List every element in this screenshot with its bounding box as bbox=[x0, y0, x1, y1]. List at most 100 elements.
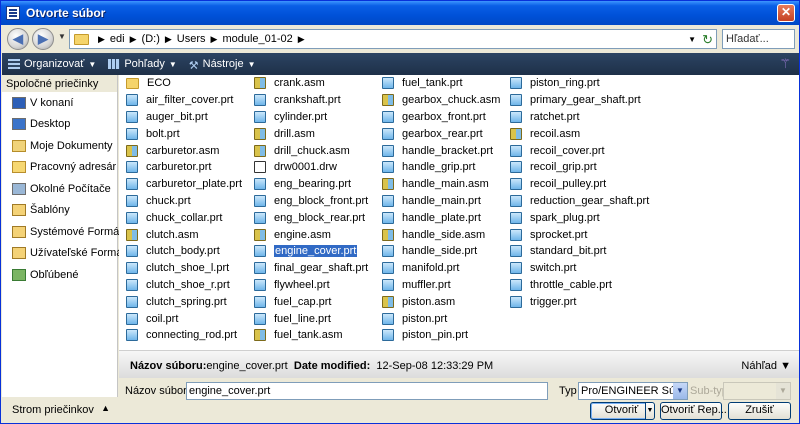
breadcrumb-users[interactable]: Users bbox=[177, 33, 206, 45]
chevron-right-icon[interactable]: ▶ bbox=[130, 34, 137, 45]
file-item[interactable]: piston_pin.prt bbox=[382, 327, 500, 344]
folder-tree-toggle[interactable]: Strom priečinkov ▲ bbox=[2, 397, 118, 423]
breadcrumb-drive[interactable]: (D:) bbox=[142, 33, 160, 45]
breadcrumb-computer[interactable]: edi bbox=[110, 33, 125, 45]
file-item[interactable]: recoil_pulley.prt bbox=[510, 176, 649, 193]
file-item[interactable]: fuel_tank.prt bbox=[382, 75, 500, 92]
file-item[interactable]: recoil_cover.prt bbox=[510, 142, 649, 159]
sidebar-item-templates[interactable]: Šablóny bbox=[2, 200, 117, 222]
search-input[interactable]: Hľadať... bbox=[722, 29, 795, 49]
organize-menu[interactable]: Organizovať ▼ bbox=[2, 58, 102, 70]
sidebar-item-network[interactable]: Okolné Počítače bbox=[2, 178, 117, 200]
views-menu[interactable]: Pohľady ▼ bbox=[102, 58, 182, 70]
file-item[interactable]: bolt.prt bbox=[126, 125, 242, 142]
file-item[interactable]: clutch_shoe_r.prt bbox=[126, 277, 242, 294]
address-dropdown[interactable]: ▼ bbox=[688, 35, 696, 44]
tools-menu[interactable]: ⚒ Nástroje ▼ bbox=[183, 58, 262, 72]
file-item[interactable]: gearbox_front.prt bbox=[382, 109, 500, 126]
file-item[interactable]: piston.prt bbox=[382, 310, 500, 327]
file-item[interactable]: recoil_grip.prt bbox=[510, 159, 649, 176]
file-item[interactable]: chuck_collar.prt bbox=[126, 209, 242, 226]
file-item[interactable]: piston_ring.prt bbox=[510, 75, 649, 92]
file-item[interactable]: gearbox_chuck.asm bbox=[382, 92, 500, 109]
file-item[interactable]: cylinder.prt bbox=[254, 109, 368, 126]
history-dropdown[interactable]: ▼ bbox=[58, 32, 66, 41]
file-item[interactable]: chuck.prt bbox=[126, 193, 242, 210]
file-item[interactable]: reduction_gear_shaft.prt bbox=[510, 193, 649, 210]
file-item[interactable]: spark_plug.prt bbox=[510, 209, 649, 226]
open-options-button[interactable]: ▼ bbox=[645, 402, 655, 420]
file-item[interactable]: crank.asm bbox=[254, 75, 368, 92]
title-bar[interactable]: Otvorte súbor ✕ bbox=[1, 1, 799, 25]
open-rep-button[interactable]: Otvoriť Rep... bbox=[660, 402, 727, 420]
file-item[interactable]: engine.asm bbox=[254, 226, 368, 243]
file-item[interactable]: drw0001.drw bbox=[254, 159, 368, 176]
file-item[interactable]: fuel_cap.prt bbox=[254, 293, 368, 310]
file-item[interactable]: crankshaft.prt bbox=[254, 92, 368, 109]
file-item[interactable]: piston.asm bbox=[382, 293, 500, 310]
cancel-button[interactable]: Zrušiť bbox=[728, 402, 791, 420]
file-item[interactable]: handle_side.prt bbox=[382, 243, 500, 260]
sidebar-item-working-directory[interactable]: Pracovný adresár bbox=[2, 157, 117, 179]
address-bar[interactable]: ▶ edi ▶ (D:) ▶ Users ▶ module_01-02 ▶ ▼ … bbox=[69, 29, 717, 49]
file-item[interactable]: carburetor.asm bbox=[126, 142, 242, 159]
file-item[interactable]: eng_block_rear.prt bbox=[254, 209, 368, 226]
chevron-right-icon[interactable]: ▶ bbox=[298, 34, 305, 45]
file-item[interactable]: primary_gear_shaft.prt bbox=[510, 92, 649, 109]
file-item[interactable]: muffler.prt bbox=[382, 277, 500, 294]
file-item[interactable]: coil.prt bbox=[126, 310, 242, 327]
close-button[interactable]: ✕ bbox=[777, 4, 795, 22]
sidebar-item-in-session[interactable]: V konaní bbox=[2, 92, 117, 114]
chevron-down-icon[interactable]: ▼ bbox=[673, 383, 687, 399]
file-item[interactable]: clutch_shoe_l.prt bbox=[126, 260, 242, 277]
file-item[interactable]: air_filter_cover.prt bbox=[126, 92, 242, 109]
file-item[interactable]: handle_main.prt bbox=[382, 193, 500, 210]
file-item[interactable]: drill_chuck.asm bbox=[254, 142, 368, 159]
filename-input[interactable]: engine_cover.prt bbox=[186, 382, 548, 400]
sidebar-item-my-documents[interactable]: Moje Dokumenty bbox=[2, 135, 117, 157]
file-item[interactable]: drill.asm bbox=[254, 125, 368, 142]
preview-toggle[interactable]: Náhľad ▼ bbox=[741, 360, 791, 372]
file-item[interactable]: gearbox_rear.prt bbox=[382, 125, 500, 142]
file-item[interactable]: recoil.asm bbox=[510, 125, 649, 142]
file-item[interactable]: fuel_line.prt bbox=[254, 310, 368, 327]
file-item[interactable]: clutch_body.prt bbox=[126, 243, 242, 260]
help-icon[interactable]: ⚚ bbox=[779, 56, 791, 72]
file-item[interactable]: eng_block_front.prt bbox=[254, 193, 368, 210]
file-item[interactable]: handle_plate.prt bbox=[382, 209, 500, 226]
file-item[interactable]: standard_bit.prt bbox=[510, 243, 649, 260]
file-item[interactable]: clutch_spring.prt bbox=[126, 293, 242, 310]
chevron-right-icon[interactable]: ▶ bbox=[165, 34, 172, 45]
file-item[interactable]: sprocket.prt bbox=[510, 226, 649, 243]
file-item[interactable]: handle_grip.prt bbox=[382, 159, 500, 176]
back-button[interactable]: ◀ bbox=[7, 28, 29, 50]
open-button[interactable]: Otvoriť bbox=[590, 402, 653, 420]
file-item[interactable]: trigger.prt bbox=[510, 293, 649, 310]
breadcrumb-module[interactable]: module_01-02 bbox=[222, 33, 292, 45]
file-item[interactable]: flywheel.prt bbox=[254, 277, 368, 294]
file-item[interactable]: eng_bearing.prt bbox=[254, 176, 368, 193]
refresh-icon[interactable]: ↻ bbox=[702, 32, 713, 48]
file-item[interactable]: ratchet.prt bbox=[510, 109, 649, 126]
type-select[interactable]: Pro/ENGINEER Súbor ▼ bbox=[578, 382, 688, 400]
sidebar-item-user-formats[interactable]: Užívateľské Formáty bbox=[2, 243, 131, 265]
file-item[interactable]: carburetor_plate.prt bbox=[126, 176, 242, 193]
file-item[interactable]: clutch.asm bbox=[126, 226, 242, 243]
file-item[interactable]: manifold.prt bbox=[382, 260, 500, 277]
sidebar-item-desktop[interactable]: Desktop bbox=[2, 114, 117, 136]
file-item[interactable]: switch.prt bbox=[510, 260, 649, 277]
forward-button[interactable]: ▶ bbox=[32, 28, 54, 50]
file-item[interactable]: engine_cover.prt bbox=[254, 243, 368, 260]
sidebar-item-favorites[interactable]: Obľúbené bbox=[2, 264, 117, 286]
file-item[interactable]: fuel_tank.asm bbox=[254, 327, 368, 344]
file-item[interactable]: auger_bit.prt bbox=[126, 109, 242, 126]
file-item[interactable]: handle_bracket.prt bbox=[382, 142, 500, 159]
sidebar-item-system-formats[interactable]: Systémové Formáty bbox=[2, 221, 128, 243]
file-item[interactable]: connecting_rod.prt bbox=[126, 327, 242, 344]
file-item[interactable]: throttle_cable.prt bbox=[510, 277, 649, 294]
file-item[interactable]: handle_side.asm bbox=[382, 226, 500, 243]
file-item[interactable]: handle_main.asm bbox=[382, 176, 500, 193]
file-item[interactable]: final_gear_shaft.prt bbox=[254, 260, 368, 277]
chevron-right-icon[interactable]: ▶ bbox=[211, 34, 218, 45]
file-item[interactable]: ECO bbox=[126, 75, 242, 92]
